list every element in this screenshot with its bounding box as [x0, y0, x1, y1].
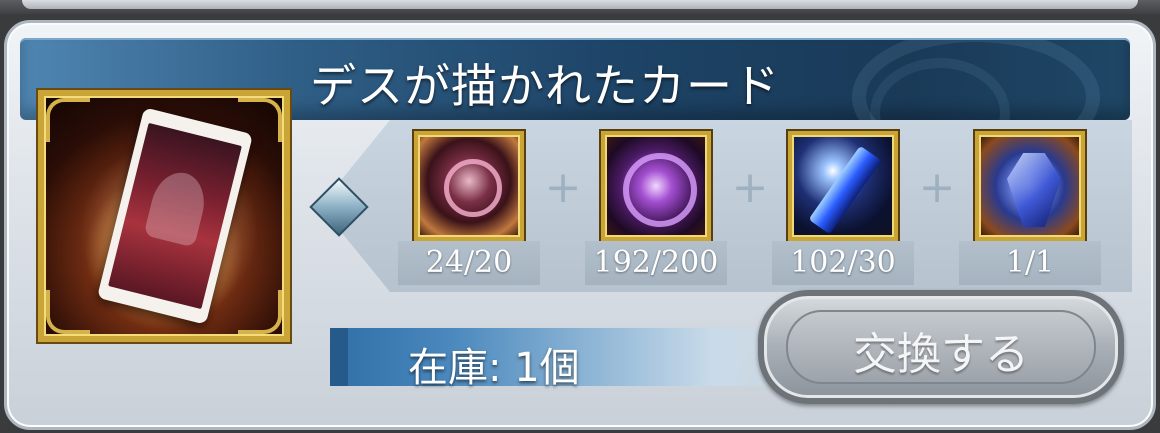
frame-corner-ornament — [46, 98, 90, 142]
purple-emblem-detail — [623, 153, 697, 227]
previous-panel-border — [22, 0, 1138, 9]
rose-sigil-icon[interactable] — [414, 131, 524, 241]
exchange-button[interactable]: 交換する — [758, 290, 1124, 404]
plus-icon: + — [918, 162, 956, 213]
frame-corner-ornament — [238, 98, 282, 142]
material-count: 24/20 — [398, 241, 540, 285]
blue-gem-icon[interactable] — [975, 131, 1085, 241]
rose-sigil-detail — [444, 159, 502, 217]
death-tarot-card-icon[interactable] — [38, 90, 290, 342]
item-title: デスが描かれたカード — [310, 59, 780, 113]
material-slot-4[interactable]: 1/1 — [959, 131, 1101, 285]
purple-emblem-icon[interactable] — [601, 131, 711, 241]
material-slot-2[interactable]: 192/200 — [585, 131, 727, 285]
plus-icon: + — [544, 162, 582, 213]
arrow-gem-shape — [312, 180, 366, 234]
material-slot-3[interactable]: 102/30 — [772, 131, 914, 285]
blue-gem-detail — [1007, 153, 1061, 227]
material-count: 102/30 — [772, 241, 914, 285]
material-slot-1[interactable]: 24/20 — [398, 131, 540, 285]
material-count: 1/1 — [959, 241, 1101, 285]
arrow-gem-icon — [308, 180, 366, 238]
frame-corner-ornament — [238, 290, 282, 334]
blue-crystal-detail — [808, 145, 882, 235]
exchange-button-label: 交換する — [853, 329, 1029, 380]
blue-crystal-icon[interactable] — [788, 131, 898, 241]
frame-corner-ornament — [46, 290, 90, 334]
plus-icon: + — [731, 162, 769, 213]
material-count: 192/200 — [585, 241, 727, 285]
stock-label: 在庫: 1個 — [408, 345, 580, 391]
previous-panel-edge — [0, 0, 1160, 14]
stock-bar-edge — [330, 328, 348, 386]
